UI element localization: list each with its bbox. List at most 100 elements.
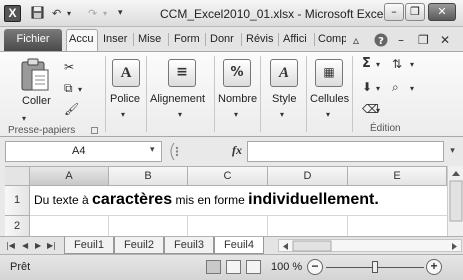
save-icon[interactable] [31, 6, 44, 21]
select-all-button[interactable] [5, 167, 30, 186]
tab-file[interactable]: Fichier [4, 29, 62, 51]
font-dropdown-icon[interactable]: ▾ [121, 108, 125, 122]
find-select-icon[interactable]: ⌕ [392, 80, 399, 94]
prev-sheet-icon[interactable]: ◀ [22, 240, 28, 252]
style-button[interactable]: Style [272, 93, 296, 105]
clipboard-launcher-icon[interactable] [91, 127, 98, 134]
tab-view[interactable]: Affici [283, 33, 311, 47]
zoom-level[interactable]: 100 % [271, 261, 302, 273]
paste-icon[interactable] [20, 58, 50, 97]
copy-icon[interactable]: ⧉ [64, 81, 73, 95]
formula-input[interactable] [247, 141, 444, 162]
window-close-icon[interactable]: ✕ [440, 33, 450, 47]
undo-icon[interactable]: ↶ [52, 6, 61, 21]
zoom-slider-thumb[interactable] [372, 261, 378, 273]
tab-page-layout[interactable]: Mise [138, 33, 164, 47]
tab-developer[interactable]: Comp [318, 33, 346, 47]
zoom-in-icon[interactable]: + [426, 259, 442, 275]
column-header-b[interactable]: B [109, 167, 188, 186]
gridline [187, 216, 188, 236]
number-dropdown-icon[interactable]: ▾ [234, 108, 238, 122]
gridline [30, 215, 447, 216]
column-header-c[interactable]: C [188, 167, 268, 186]
tab-home[interactable]: Accu [66, 29, 98, 52]
title-bar: X ↶ ▾ ↷ ▾ ▾ CCM_Excel2010_01.xlsx - Micr… [0, 0, 463, 27]
minimize-button[interactable]: – [384, 3, 404, 21]
column-header-e[interactable]: E [348, 167, 447, 186]
sheet-tab-feuil1[interactable]: Feuil1 [64, 237, 114, 254]
tab-formulas[interactable]: Form [174, 33, 201, 47]
name-box[interactable]: A4 [5, 141, 162, 162]
group-separator [260, 56, 261, 132]
window-minimize-icon[interactable]: – [398, 33, 404, 47]
cell-a1-text[interactable]: Du texte à caractères mis en forme indiv… [34, 191, 379, 209]
sheet-tab-feuil3[interactable]: Feuil3 [164, 237, 214, 254]
find-select-dropdown-icon[interactable]: ▾ [410, 82, 414, 96]
tab-review[interactable]: Révis [246, 33, 275, 47]
group-separator [306, 56, 307, 132]
autosum-dropdown-icon[interactable]: ▾ [376, 58, 380, 72]
close-button[interactable]: ✕ [428, 3, 456, 21]
copy-dropdown-icon[interactable]: ▾ [78, 83, 82, 97]
style-icon[interactable]: A [270, 59, 298, 87]
fill-dropdown-icon[interactable]: ▾ [376, 82, 380, 96]
window-title: CCM_Excel2010_01.xlsx - Microsoft Excel [160, 7, 387, 21]
next-sheet-icon[interactable]: ▶ [35, 240, 41, 252]
undo-dropdown-icon[interactable]: ▾ [67, 6, 71, 21]
sheet-tab-feuil2[interactable]: Feuil2 [114, 237, 164, 254]
name-box-dropdown-icon[interactable]: ▾ [150, 145, 155, 155]
format-painter-icon[interactable]: 🖌 [64, 102, 79, 116]
alignment-button[interactable]: Alignement [150, 93, 205, 105]
redo-dropdown-icon[interactable]: ▾ [103, 6, 107, 21]
redo-icon[interactable]: ↷ [88, 6, 97, 21]
row-header-2[interactable]: 2 [5, 216, 30, 236]
paste-dropdown-icon[interactable]: ▾ [22, 112, 26, 126]
horizontal-scrollbar[interactable] [278, 239, 462, 252]
row-header-1[interactable]: 1 [5, 186, 30, 216]
cut-icon[interactable]: ✂ [64, 60, 74, 74]
alignment-dropdown-icon[interactable]: ▾ [178, 108, 182, 122]
help-icon[interactable]: ? [374, 33, 388, 50]
sheet-tab-feuil4[interactable]: Feuil4 [214, 237, 264, 254]
column-header-a[interactable]: A [30, 167, 109, 186]
page-break-view-icon[interactable] [246, 260, 261, 274]
vertical-scrollbar[interactable] [447, 166, 463, 236]
customize-qat-icon[interactable]: ▾ [118, 6, 123, 21]
tab-separator [133, 33, 134, 46]
tab-insert[interactable]: Inser [103, 33, 130, 47]
font-button[interactable]: Police [110, 93, 140, 105]
insert-function-button[interactable]: fx [232, 143, 242, 158]
page-layout-view-icon[interactable] [226, 260, 241, 274]
cells-button[interactable]: Cellules [310, 93, 349, 105]
group-separator [352, 56, 353, 132]
fill-icon[interactable]: ⬇ [362, 80, 372, 94]
worksheet-grid[interactable]: A B C D E 1 2 Du texte à caractères mis … [5, 166, 447, 236]
number-button[interactable]: Nombre [218, 93, 257, 105]
cells-icon[interactable]: ▦ [315, 59, 343, 87]
paste-button[interactable]: Coller [22, 95, 51, 107]
autosum-icon[interactable]: Σ [362, 57, 371, 71]
last-sheet-icon[interactable]: ▶| [47, 240, 56, 252]
excel-app-icon[interactable]: X [4, 5, 21, 22]
group-separator [214, 56, 215, 132]
percent-icon[interactable]: % [223, 59, 251, 87]
sort-filter-icon[interactable]: ⇅ [392, 57, 402, 71]
clear-dropdown-icon[interactable]: ▾ [376, 104, 380, 118]
gridline [347, 216, 348, 236]
status-ready: Prêt [10, 261, 31, 273]
zoom-out-icon[interactable]: − [307, 259, 323, 275]
tab-data[interactable]: Donr [210, 33, 238, 47]
sort-filter-dropdown-icon[interactable]: ▾ [410, 58, 414, 72]
cells-dropdown-icon[interactable]: ▾ [326, 108, 330, 122]
cell-a1-run: Du texte à [34, 193, 93, 207]
minimize-ribbon-icon[interactable]: ▵ [353, 33, 359, 47]
normal-view-icon[interactable] [206, 260, 221, 274]
window-restore-icon[interactable]: ❐ [418, 33, 429, 47]
first-sheet-icon[interactable]: |◀ [6, 240, 15, 252]
align-center-icon[interactable]: ≡ [168, 59, 196, 87]
font-icon[interactable]: A [112, 59, 140, 87]
column-header-d[interactable]: D [268, 167, 348, 186]
style-dropdown-icon[interactable]: ▾ [280, 108, 284, 122]
expand-formula-bar-icon[interactable]: ▾ [446, 141, 459, 162]
restore-button[interactable]: ❐ [405, 3, 425, 21]
